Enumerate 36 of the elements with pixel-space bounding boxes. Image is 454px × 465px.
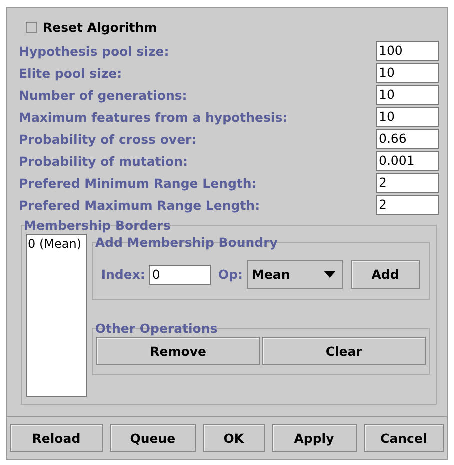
- caret-icon: [324, 271, 336, 278]
- dialog-button[interactable]: Apply: [272, 424, 357, 452]
- field-label: Index:: [101, 267, 146, 282]
- field-label: Number of generations:: [19, 88, 188, 102]
- dialog-button[interactable]: Queue: [110, 424, 196, 452]
- input-field[interactable]: 2: [376, 173, 439, 193]
- group-title: Other Operations: [94, 321, 219, 335]
- input-field[interactable]: 0.001: [376, 151, 439, 171]
- field-label: Probability of mutation:: [19, 154, 188, 168]
- input-field[interactable]: 100: [376, 41, 439, 61]
- input-field[interactable]: 0.66: [376, 129, 439, 149]
- dialog-button[interactable]: OK: [203, 424, 265, 452]
- field-label: Op:: [218, 267, 243, 282]
- group-title: Membership Borders: [23, 218, 172, 232]
- operation-button[interactable]: Remove: [96, 337, 260, 365]
- field-label: Elite pool size:: [19, 66, 122, 80]
- checkbox[interactable]: [26, 22, 37, 32]
- group-title: Add Membership Boundry: [94, 235, 279, 249]
- dropdown[interactable]: Mean: [247, 260, 343, 289]
- dialog-button[interactable]: Cancel: [364, 424, 444, 452]
- input-field[interactable]: 10: [376, 85, 439, 105]
- list-box[interactable]: 0 (Mean): [26, 234, 88, 397]
- field-label: Hypothesis pool size:: [19, 44, 170, 58]
- field-label: Prefered Maximum Range Length:: [19, 198, 260, 212]
- list-item[interactable]: 0 (Mean): [27, 235, 86, 253]
- input-field[interactable]: 0: [149, 264, 212, 284]
- field-label: Probability of cross over:: [19, 132, 197, 146]
- field-label: Prefered Minimum Range Length:: [19, 176, 257, 190]
- input-field[interactable]: 2: [376, 195, 439, 215]
- operation-button[interactable]: Clear: [262, 337, 426, 365]
- add-button[interactable]: Add: [351, 260, 420, 289]
- input-field[interactable]: 10: [376, 107, 439, 127]
- input-field[interactable]: 10: [376, 63, 439, 83]
- dialog-button[interactable]: Reload: [10, 424, 103, 452]
- field-label: Maximum features from a hypothesis:: [19, 110, 288, 124]
- checkbox-label[interactable]: Reset Algorithm: [43, 20, 158, 34]
